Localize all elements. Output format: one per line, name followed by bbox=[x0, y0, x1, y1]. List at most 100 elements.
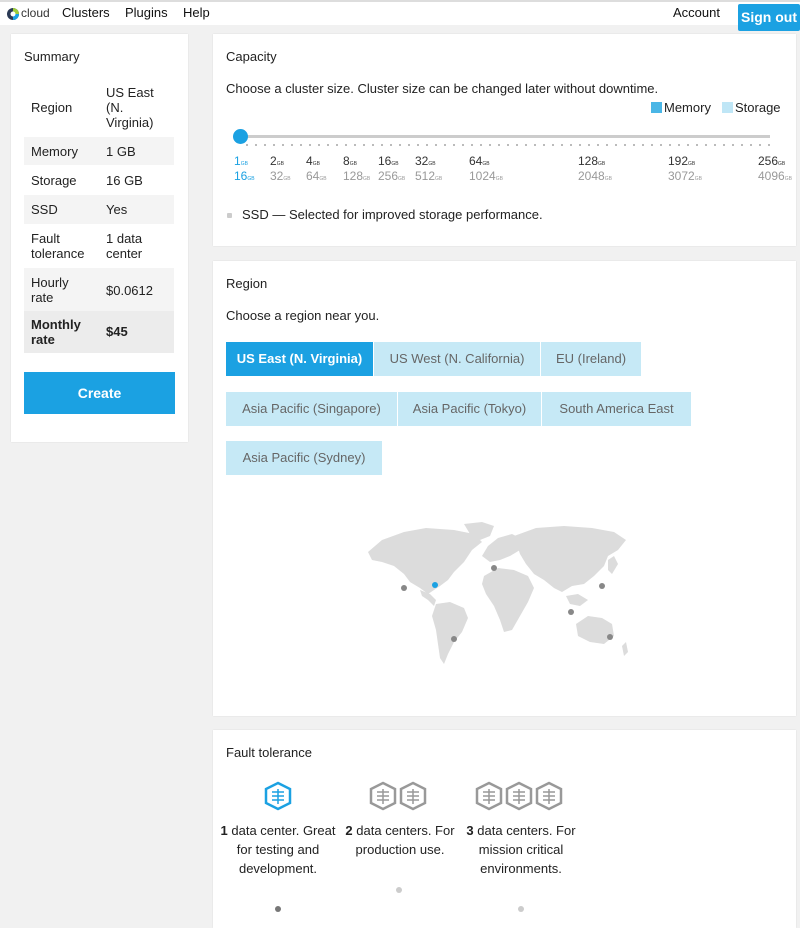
cluster-size-slider-track[interactable] bbox=[240, 135, 770, 138]
region-asia-tokyo[interactable]: Asia Pacific (Tokyo) bbox=[398, 392, 541, 426]
summary-row-monthly-rate: Monthly rate $45 bbox=[24, 311, 174, 353]
summary-key: SSD bbox=[31, 202, 58, 217]
slider-tick-dot bbox=[642, 144, 644, 146]
slider-tick-dot bbox=[768, 144, 770, 146]
storage-legend-label: Storage bbox=[735, 100, 781, 115]
slider-tick-dot bbox=[282, 144, 284, 146]
top-nav: cloud Clusters Plugins Help Account bbox=[0, 0, 800, 25]
slider-tick-dot bbox=[615, 144, 617, 146]
tick-memory-4[interactable]: 4GB bbox=[306, 154, 320, 168]
tick-memory-1[interactable]: 1GB bbox=[234, 154, 248, 168]
region-eu-ireland[interactable]: EU (Ireland) bbox=[541, 342, 641, 376]
slider-tick-dot bbox=[561, 144, 563, 146]
capacity-description: Choose a cluster size. Cluster size can … bbox=[226, 81, 659, 96]
slider-tick-dot bbox=[246, 144, 248, 146]
map-marker-us-west bbox=[401, 585, 407, 591]
tick-storage-1024[interactable]: 1024GB bbox=[469, 169, 503, 183]
tick-memory-256[interactable]: 256GB bbox=[758, 154, 785, 168]
tick-storage-3072[interactable]: 3072GB bbox=[668, 169, 702, 183]
slider-tick-dot bbox=[480, 144, 482, 146]
tick-memory-2[interactable]: 2GB bbox=[270, 154, 284, 168]
tick-storage-32[interactable]: 32GB bbox=[270, 169, 291, 183]
tick-storage-512[interactable]: 512GB bbox=[415, 169, 442, 183]
tick-storage-128[interactable]: 128GB bbox=[343, 169, 370, 183]
nav-account[interactable]: Account bbox=[673, 5, 720, 20]
region-us-west[interactable]: US West (N. California) bbox=[374, 342, 540, 376]
fault-option-3-radio[interactable] bbox=[518, 906, 524, 912]
fault-option-count: 3 bbox=[466, 823, 474, 838]
slider-tick-dot bbox=[462, 144, 464, 146]
slider-tick-dot bbox=[588, 144, 590, 146]
slider-tick-dot bbox=[723, 144, 725, 146]
fault-option-2[interactable]: 2 data centers. For production use. bbox=[340, 821, 460, 859]
region-south-america-east[interactable]: South America East bbox=[542, 392, 691, 426]
summary-value: $0.0612 bbox=[106, 283, 153, 298]
slider-tick-dot bbox=[660, 144, 662, 146]
summary-row-storage: Storage 16 GB bbox=[24, 166, 174, 195]
tick-memory-16[interactable]: 16GB bbox=[378, 154, 399, 168]
cube-icon[interactable] bbox=[263, 781, 293, 811]
fault-option-3[interactable]: 3 data centers. For mission critical env… bbox=[461, 821, 581, 878]
slider-tick-dot bbox=[696, 144, 698, 146]
region-us-east[interactable]: US East (N. Virginia) bbox=[226, 342, 373, 376]
slider-tick-dot bbox=[426, 144, 428, 146]
region-asia-sydney[interactable]: Asia Pacific (Sydney) bbox=[226, 441, 382, 475]
sign-out-button[interactable]: Sign out bbox=[738, 4, 800, 31]
summary-key: Storage bbox=[31, 173, 77, 188]
world-map bbox=[368, 522, 628, 664]
slider-tick-dot bbox=[525, 144, 527, 146]
nav-help[interactable]: Help bbox=[183, 5, 210, 20]
slider-tick-dot bbox=[507, 144, 509, 146]
slider-tick-dot bbox=[471, 144, 473, 146]
two-cubes-icon[interactable] bbox=[369, 781, 427, 811]
summary-row-hourly-rate: Hourly rate $0.0612 bbox=[24, 268, 174, 311]
tick-memory-32[interactable]: 32GB bbox=[415, 154, 436, 168]
map-marker-asia-tokyo bbox=[599, 583, 605, 589]
tick-storage-64[interactable]: 64GB bbox=[306, 169, 327, 183]
tick-storage-4096[interactable]: 4096GB bbox=[758, 169, 792, 183]
slider-tick-dot bbox=[759, 144, 761, 146]
tick-storage-16[interactable]: 16GB bbox=[234, 169, 255, 183]
slider-tick-dot bbox=[705, 144, 707, 146]
tick-storage-256[interactable]: 256GB bbox=[378, 169, 405, 183]
nav-clusters[interactable]: Clusters bbox=[62, 5, 110, 20]
slider-tick-dot bbox=[732, 144, 734, 146]
summary-value: 16 GB bbox=[106, 173, 143, 188]
summary-value: $45 bbox=[106, 324, 128, 339]
create-button[interactable]: Create bbox=[24, 372, 175, 414]
tick-memory-64[interactable]: 64GB bbox=[469, 154, 490, 168]
slider-tick-dot bbox=[651, 144, 653, 146]
nav-plugins[interactable]: Plugins bbox=[125, 5, 168, 20]
logo-text[interactable]: cloud bbox=[21, 6, 50, 20]
region-title: Region bbox=[226, 276, 268, 291]
ssd-checkbox[interactable] bbox=[227, 213, 232, 218]
slider-tick-dot bbox=[516, 144, 518, 146]
cluster-size-slider-handle[interactable] bbox=[233, 129, 248, 144]
slider-tick-dot bbox=[354, 144, 356, 146]
slider-tick-dot bbox=[336, 144, 338, 146]
slider-tick-dot bbox=[597, 144, 599, 146]
fault-option-2-radio[interactable] bbox=[396, 887, 402, 893]
tick-storage-2048[interactable]: 2048GB bbox=[578, 169, 612, 183]
slider-tick-dot bbox=[570, 144, 572, 146]
three-cubes-icon[interactable] bbox=[474, 781, 564, 811]
fault-option-1[interactable]: 1 data center. Great for testing and dev… bbox=[218, 821, 338, 878]
slider-tick-dot bbox=[489, 144, 491, 146]
slider-tick-dot bbox=[534, 144, 536, 146]
memory-legend-swatch bbox=[651, 102, 662, 113]
slider-tick-dot bbox=[273, 144, 275, 146]
slider-tick-dot bbox=[399, 144, 401, 146]
tick-memory-192[interactable]: 192GB bbox=[668, 154, 695, 168]
slider-tick-dot bbox=[453, 144, 455, 146]
fault-option-1-radio[interactable] bbox=[275, 906, 281, 912]
tick-memory-128[interactable]: 128GB bbox=[578, 154, 605, 168]
slider-tick-dot bbox=[372, 144, 374, 146]
fault-tolerance-title: Fault tolerance bbox=[226, 745, 312, 760]
slider-tick-dot bbox=[606, 144, 608, 146]
slider-tick-dot bbox=[678, 144, 680, 146]
tick-memory-8[interactable]: 8GB bbox=[343, 154, 357, 168]
slider-tick-dot bbox=[345, 144, 347, 146]
region-asia-singapore[interactable]: Asia Pacific (Singapore) bbox=[226, 392, 397, 426]
slider-tick-dot bbox=[300, 144, 302, 146]
fault-option-count: 2 bbox=[345, 823, 353, 838]
